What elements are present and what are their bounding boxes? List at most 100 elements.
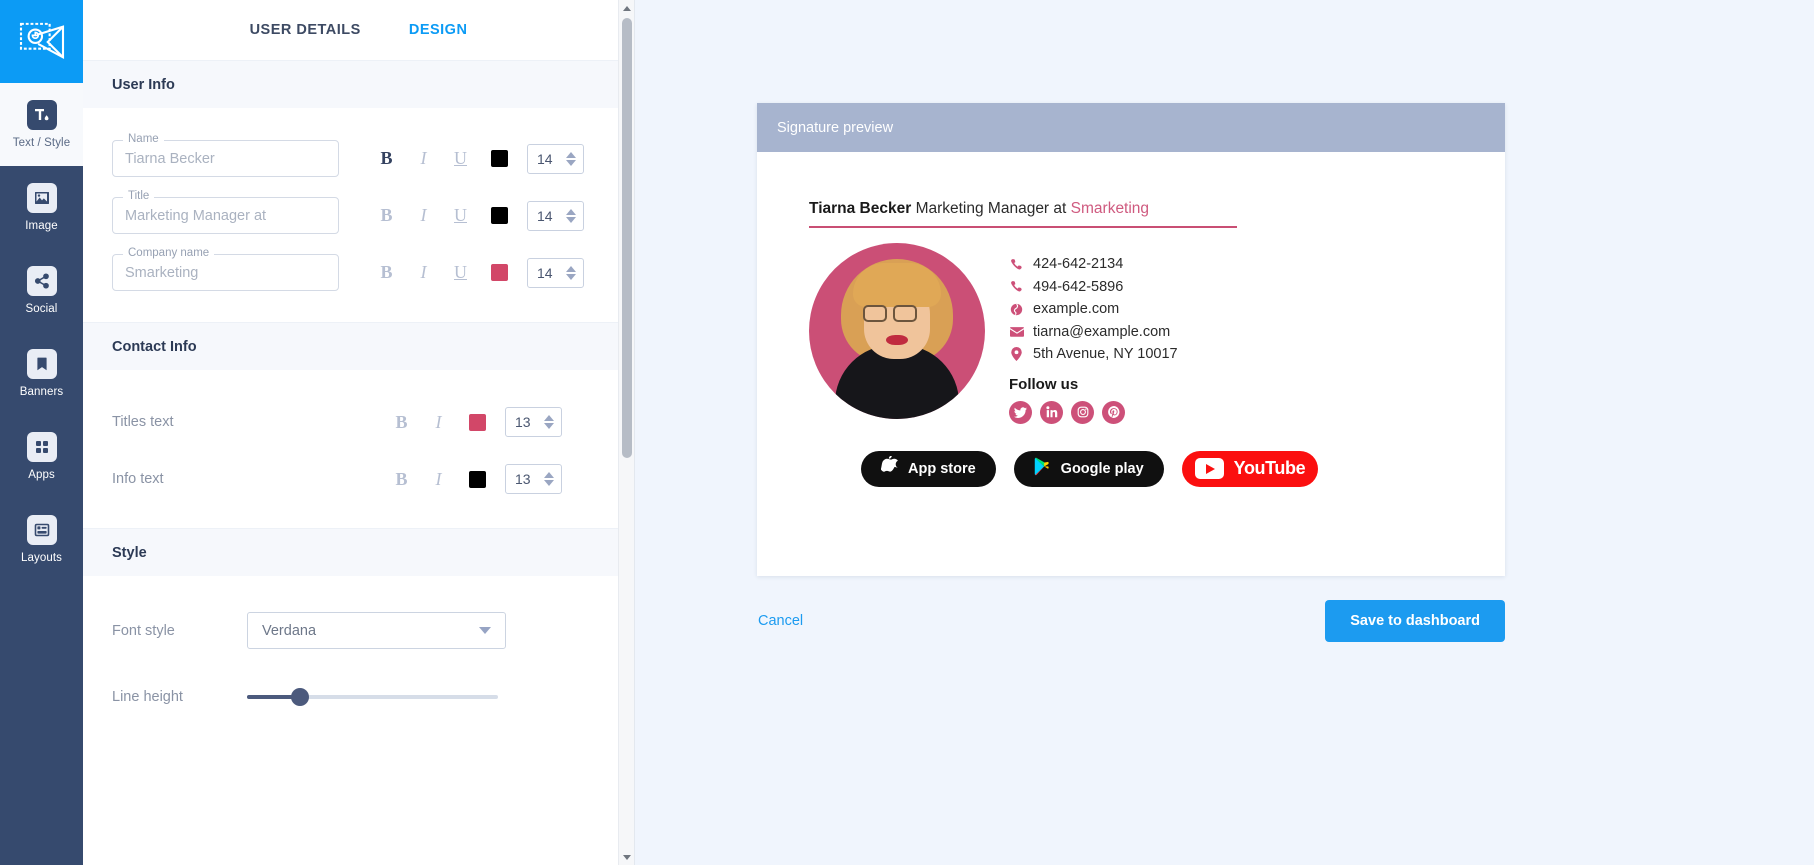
- title-input[interactable]: Title Marketing Manager at: [112, 190, 339, 234]
- slider-knob[interactable]: [290, 688, 309, 706]
- sidebar-item-text-style[interactable]: Text / Style: [0, 83, 83, 166]
- social-links: [1009, 400, 1178, 424]
- map-pin-icon: [1009, 347, 1024, 362]
- sidebar-item-label: Text / Style: [12, 137, 71, 149]
- bold-button[interactable]: B: [368, 201, 405, 231]
- app-logo[interactable]: [0, 0, 83, 83]
- italic-button[interactable]: I: [405, 258, 442, 288]
- bold-button[interactable]: B: [368, 144, 405, 174]
- underline-button[interactable]: U: [442, 258, 479, 288]
- sidebar-item-social[interactable]: Social: [0, 249, 83, 332]
- font-style-label: Font style: [112, 622, 175, 639]
- pinterest-icon[interactable]: [1102, 400, 1125, 424]
- sidebar-item-label: Banners: [19, 386, 64, 398]
- scrollbar-thumb[interactable]: [622, 18, 632, 458]
- contact-text: example.com: [1033, 301, 1120, 318]
- company-format-tools: B I U 14: [368, 257, 584, 288]
- section-title: User Info: [112, 76, 175, 93]
- section-header-contact-info: Contact Info: [83, 322, 634, 370]
- badge-label: Google play: [1060, 460, 1144, 477]
- stepper-arrows[interactable]: [566, 151, 576, 166]
- badge-label: App store: [908, 460, 976, 477]
- twitter-icon[interactable]: [1009, 400, 1032, 424]
- color-swatch[interactable]: [491, 207, 508, 224]
- bold-button[interactable]: B: [368, 258, 405, 288]
- bold-button[interactable]: B: [383, 464, 420, 494]
- sidebar-item-apps[interactable]: Apps: [0, 415, 83, 498]
- contact-text: 424-642-2134: [1033, 256, 1124, 273]
- contact-row: tiarna@example.com: [1009, 321, 1178, 344]
- font-size-stepper[interactable]: 14: [527, 200, 584, 231]
- row-line-height: Line height: [83, 688, 634, 706]
- youtube-icon: [1194, 458, 1224, 479]
- underline-button[interactable]: U: [442, 201, 479, 231]
- italic-button[interactable]: I: [420, 407, 457, 437]
- save-to-dashboard-button[interactable]: Save to dashboard: [1325, 600, 1505, 642]
- preview-area: Signature preview Tiarna Becker Marketin…: [635, 0, 1814, 865]
- stepper-arrows[interactable]: [566, 265, 576, 280]
- info-text-label: Info text: [112, 471, 164, 487]
- color-swatch[interactable]: [469, 413, 486, 431]
- app-store-badge[interactable]: App store: [861, 450, 996, 487]
- avatar: [809, 243, 985, 419]
- app-badges: App store Google play YouTube: [861, 450, 1505, 487]
- bold-button[interactable]: B: [383, 407, 420, 437]
- section-header-style: Style: [83, 528, 634, 576]
- sidebar-item-banners[interactable]: Banners: [0, 332, 83, 415]
- line-height-slider[interactable]: [247, 688, 498, 706]
- titles-text-label: Titles text: [112, 414, 174, 430]
- sidebar-item-layouts[interactable]: Layouts: [0, 498, 83, 581]
- sidebar-item-image[interactable]: Image: [0, 166, 83, 249]
- font-size-stepper[interactable]: 13: [505, 464, 562, 494]
- phone-icon: [1009, 258, 1024, 271]
- phone-icon: [1009, 280, 1024, 293]
- italic-button[interactable]: I: [405, 144, 442, 174]
- company-name-value: Smarketing: [125, 264, 199, 281]
- field-row-company: Company name Smarketing B I U 14: [83, 247, 634, 291]
- underline-button[interactable]: U: [442, 144, 479, 174]
- color-swatch[interactable]: [491, 264, 508, 281]
- font-size-stepper[interactable]: 13: [505, 407, 562, 437]
- linkedin-icon[interactable]: [1040, 400, 1063, 424]
- stepper-arrows[interactable]: [566, 208, 576, 223]
- italic-button[interactable]: I: [420, 464, 457, 494]
- contact-row: example.com: [1009, 298, 1178, 321]
- contact-row: 5th Avenue, NY 10017: [1009, 343, 1178, 366]
- scroll-up-icon[interactable]: [619, 0, 634, 16]
- name-input[interactable]: Name Tiarna Becker: [112, 133, 339, 177]
- youtube-badge[interactable]: YouTube: [1181, 450, 1319, 487]
- left-nav-rail: Text / Style Image Social Banners Apps L…: [0, 0, 83, 865]
- section-header-user-info: User Info: [83, 60, 634, 108]
- tab-user-details[interactable]: USER DETAILS: [250, 22, 361, 38]
- stepper-arrows[interactable]: [544, 472, 554, 486]
- panel-scrollbar[interactable]: [618, 0, 634, 865]
- scroll-down-icon[interactable]: [619, 849, 634, 865]
- font-size-stepper[interactable]: 14: [527, 143, 584, 174]
- title-value: Marketing Manager at: [125, 207, 267, 224]
- contact-text: 5th Avenue, NY 10017: [1033, 346, 1178, 363]
- info-text-tools: B I 13: [383, 464, 562, 494]
- text-style-icon: [26, 100, 57, 130]
- color-swatch[interactable]: [469, 470, 486, 488]
- contact-row: 494-642-5896: [1009, 276, 1178, 299]
- follow-us-label: Follow us: [1009, 375, 1079, 393]
- cancel-button[interactable]: Cancel: [757, 613, 803, 629]
- image-icon: [26, 183, 57, 213]
- font-size-stepper[interactable]: 14: [527, 257, 584, 288]
- signature-body: 424-642-2134 494-642-5896 example.com ti…: [809, 243, 1505, 424]
- instagram-icon[interactable]: [1071, 400, 1094, 424]
- google-play-badge[interactable]: Google play: [1013, 450, 1164, 487]
- share-icon: [26, 266, 57, 296]
- apple-icon: [880, 455, 898, 481]
- stepper-arrows[interactable]: [544, 415, 554, 429]
- color-swatch[interactable]: [491, 150, 508, 167]
- italic-button[interactable]: I: [405, 201, 442, 231]
- line-height-label: Line height: [112, 689, 183, 705]
- row-font-style: Font style Verdana: [83, 612, 634, 649]
- chevron-down-icon: [479, 627, 491, 634]
- font-style-select[interactable]: Verdana: [247, 612, 506, 649]
- bookmark-icon: [26, 349, 57, 379]
- titles-text-tools: B I 13: [383, 407, 562, 437]
- tab-design[interactable]: DESIGN: [409, 22, 468, 38]
- company-name-input[interactable]: Company name Smarketing: [112, 247, 339, 291]
